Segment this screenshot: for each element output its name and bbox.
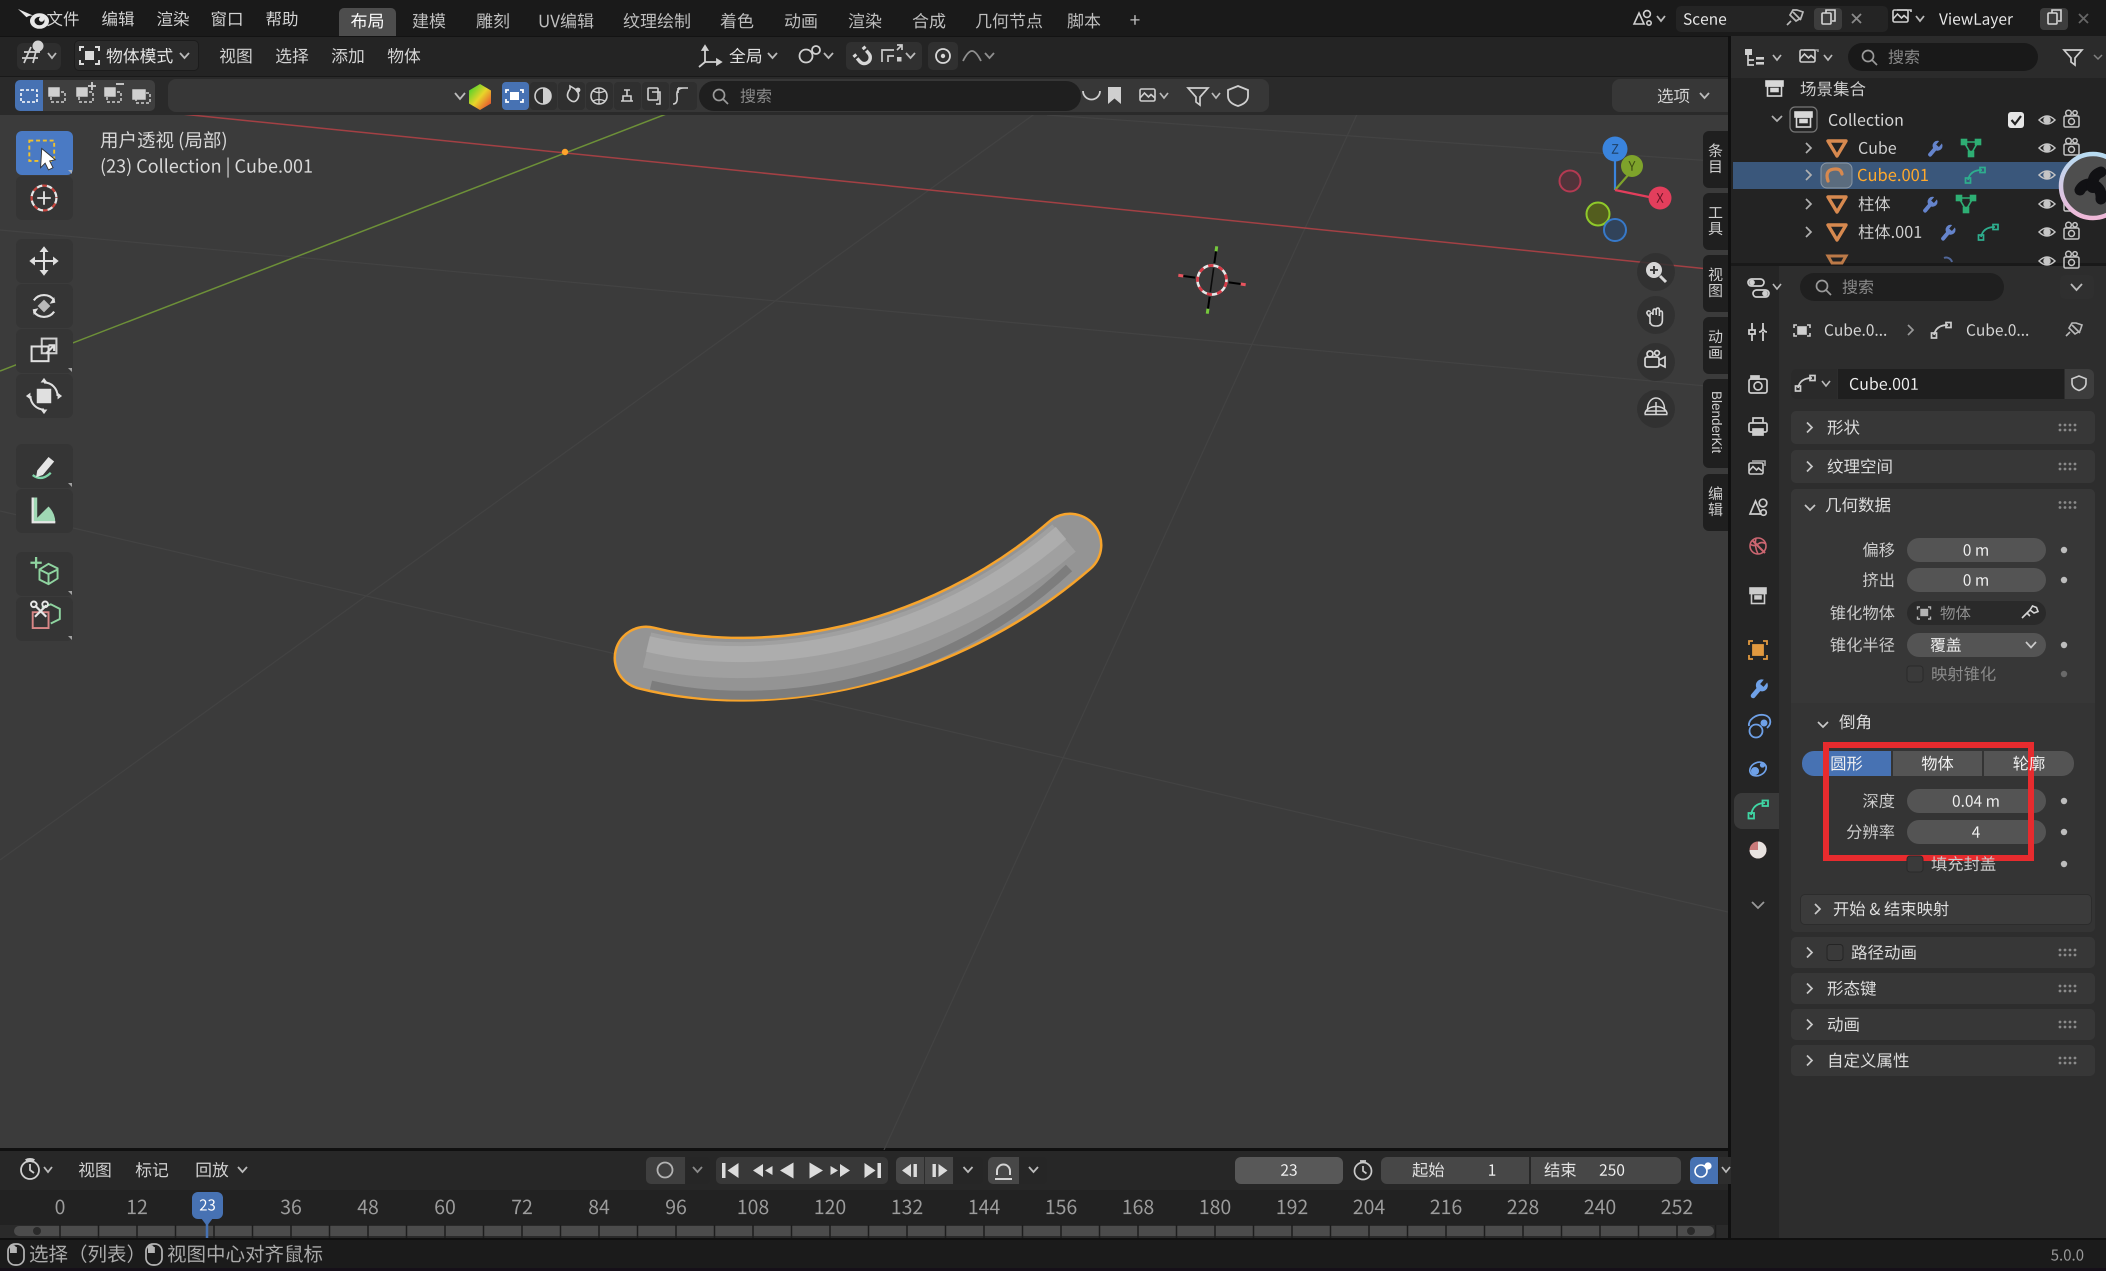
svg-text:BlenderKit: BlenderKit — [1709, 391, 1724, 454]
